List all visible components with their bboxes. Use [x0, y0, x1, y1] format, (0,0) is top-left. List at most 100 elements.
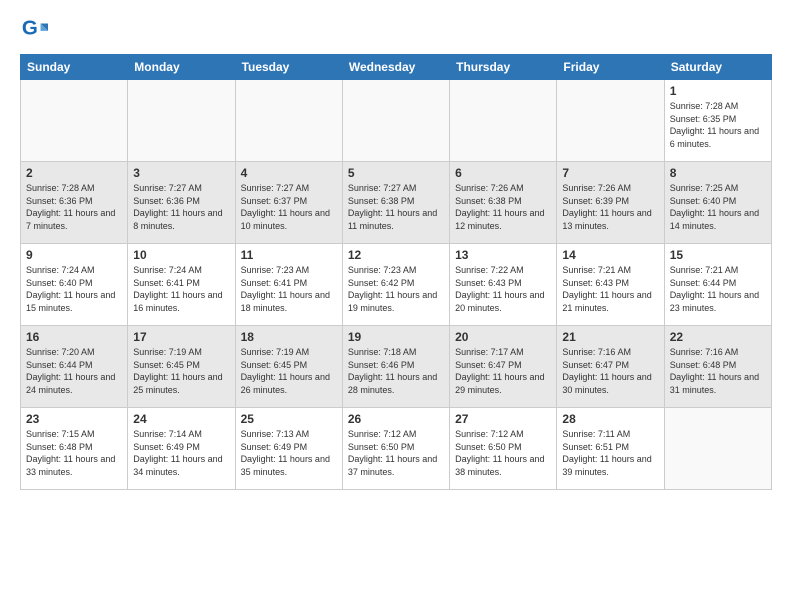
calendar-cell: 24 Sunrise: 7:14 AM Sunset: 6:49 PM Dayli… [128, 408, 235, 490]
calendar-cell: 3 Sunrise: 7:27 AM Sunset: 6:36 PM Daylig… [128, 162, 235, 244]
day-info: Sunrise: 7:18 AM Sunset: 6:46 PM Dayligh… [348, 346, 444, 396]
calendar-cell: 6Sunrise: 7:26 AM Sunset: 6:38 PM Daylig… [450, 162, 557, 244]
week-row-3: 9 Sunrise: 7:24 AM Sunset: 6:40 PM Daylig… [21, 244, 772, 326]
day-info: Sunrise: 7:19 AM Sunset: 6:45 PM Dayligh… [241, 346, 337, 396]
calendar-cell: 15 Sunrise: 7:21 AM Sunset: 6:44 PM Dayli… [664, 244, 771, 326]
day-info: Sunrise: 7:12 AM Sunset: 6:50 PM Dayligh… [455, 428, 551, 478]
week-row-5: 23 Sunrise: 7:15 AM Sunset: 6:48 PM Dayli… [21, 408, 772, 490]
weekday-header-thursday: Thursday [450, 55, 557, 80]
calendar-table: SundayMondayTuesdayWednesdayThursdayFrid… [20, 54, 772, 490]
day-info: Sunrise: 7:23 AM Sunset: 6:41 PM Dayligh… [241, 264, 337, 314]
day-number: 9 [26, 248, 122, 262]
day-number: 18 [241, 330, 337, 344]
day-info: Sunrise: 7:16 AM Sunset: 6:47 PM Dayligh… [562, 346, 658, 396]
day-number: 14 [562, 248, 658, 262]
day-info: Sunrise: 7:16 AM Sunset: 6:48 PM Dayligh… [670, 346, 766, 396]
day-number: 12 [348, 248, 444, 262]
day-number: 1 [670, 84, 766, 98]
calendar-cell: 2Sunrise: 7:28 AM Sunset: 6:36 PM Daylig… [21, 162, 128, 244]
day-number: 23 [26, 412, 122, 426]
calendar-cell: 27 Sunrise: 7:12 AM Sunset: 6:50 PM Dayli… [450, 408, 557, 490]
calendar-cell: 20 Sunrise: 7:17 AM Sunset: 6:47 PM Dayli… [450, 326, 557, 408]
calendar-cell [235, 80, 342, 162]
day-info: Sunrise: 7:20 AM Sunset: 6:44 PM Dayligh… [26, 346, 122, 396]
day-info: Sunrise: 7:25 AM Sunset: 6:40 PM Dayligh… [670, 182, 766, 232]
calendar-cell: 23 Sunrise: 7:15 AM Sunset: 6:48 PM Dayli… [21, 408, 128, 490]
week-row-1: 1 Sunrise: 7:28 AM Sunset: 6:35 PM Daylig… [21, 80, 772, 162]
calendar-cell: 11 Sunrise: 7:23 AM Sunset: 6:41 PM Dayli… [235, 244, 342, 326]
day-info: Sunrise: 7:21 AM Sunset: 6:43 PM Dayligh… [562, 264, 658, 314]
week-row-4: 16 Sunrise: 7:20 AM Sunset: 6:44 PM Dayli… [21, 326, 772, 408]
weekday-header-sunday: Sunday [21, 55, 128, 80]
calendar-cell: 17 Sunrise: 7:19 AM Sunset: 6:45 PM Dayli… [128, 326, 235, 408]
day-number: 3 [133, 166, 229, 180]
day-info: Sunrise: 7:27 AM Sunset: 6:37 PM Dayligh… [241, 182, 337, 232]
calendar-cell [128, 80, 235, 162]
calendar-cell: 10 Sunrise: 7:24 AM Sunset: 6:41 PM Dayli… [128, 244, 235, 326]
day-number: 24 [133, 412, 229, 426]
calendar-cell: 28 Sunrise: 7:11 AM Sunset: 6:51 PM Dayli… [557, 408, 664, 490]
calendar-cell: 21 Sunrise: 7:16 AM Sunset: 6:47 PM Dayli… [557, 326, 664, 408]
calendar-cell: 16 Sunrise: 7:20 AM Sunset: 6:44 PM Dayli… [21, 326, 128, 408]
day-number: 20 [455, 330, 551, 344]
calendar-cell: 4 Sunrise: 7:27 AM Sunset: 6:37 PM Daylig… [235, 162, 342, 244]
day-number: 8 [670, 166, 766, 180]
day-number: 4 [241, 166, 337, 180]
weekday-header-monday: Monday [128, 55, 235, 80]
day-number: 19 [348, 330, 444, 344]
calendar-cell: 18 Sunrise: 7:19 AM Sunset: 6:45 PM Dayli… [235, 326, 342, 408]
day-number: 17 [133, 330, 229, 344]
weekday-header-friday: Friday [557, 55, 664, 80]
week-row-2: 2Sunrise: 7:28 AM Sunset: 6:36 PM Daylig… [21, 162, 772, 244]
day-info: Sunrise: 7:22 AM Sunset: 6:43 PM Dayligh… [455, 264, 551, 314]
calendar-cell: 8 Sunrise: 7:25 AM Sunset: 6:40 PM Daylig… [664, 162, 771, 244]
day-number: 25 [241, 412, 337, 426]
day-info: Sunrise: 7:13 AM Sunset: 6:49 PM Dayligh… [241, 428, 337, 478]
day-number: 10 [133, 248, 229, 262]
day-number: 28 [562, 412, 658, 426]
day-number: 16 [26, 330, 122, 344]
day-number: 5 [348, 166, 444, 180]
day-info: Sunrise: 7:23 AM Sunset: 6:42 PM Dayligh… [348, 264, 444, 314]
day-info: Sunrise: 7:21 AM Sunset: 6:44 PM Dayligh… [670, 264, 766, 314]
calendar-cell: 13Sunrise: 7:22 AM Sunset: 6:43 PM Dayli… [450, 244, 557, 326]
calendar-cell: 9 Sunrise: 7:24 AM Sunset: 6:40 PM Daylig… [21, 244, 128, 326]
calendar-cell [342, 80, 449, 162]
weekday-header-row: SundayMondayTuesdayWednesdayThursdayFrid… [21, 55, 772, 80]
calendar-cell [664, 408, 771, 490]
svg-text:G: G [22, 17, 38, 40]
day-info: Sunrise: 7:19 AM Sunset: 6:45 PM Dayligh… [133, 346, 229, 396]
day-info: Sunrise: 7:27 AM Sunset: 6:38 PM Dayligh… [348, 182, 444, 232]
calendar-cell [450, 80, 557, 162]
logo-icon: G [20, 16, 48, 44]
calendar-cell: 1 Sunrise: 7:28 AM Sunset: 6:35 PM Daylig… [664, 80, 771, 162]
day-info: Sunrise: 7:24 AM Sunset: 6:41 PM Dayligh… [133, 264, 229, 314]
logo: G [20, 16, 52, 44]
day-number: 15 [670, 248, 766, 262]
day-number: 21 [562, 330, 658, 344]
calendar-cell: 22 Sunrise: 7:16 AM Sunset: 6:48 PM Dayli… [664, 326, 771, 408]
day-info: Sunrise: 7:28 AM Sunset: 6:35 PM Dayligh… [670, 100, 766, 150]
calendar-cell: 5 Sunrise: 7:27 AM Sunset: 6:38 PM Daylig… [342, 162, 449, 244]
day-info: Sunrise: 7:27 AM Sunset: 6:36 PM Dayligh… [133, 182, 229, 232]
calendar-cell: 12 Sunrise: 7:23 AM Sunset: 6:42 PM Dayli… [342, 244, 449, 326]
calendar-cell: 26Sunrise: 7:12 AM Sunset: 6:50 PM Dayli… [342, 408, 449, 490]
day-info: Sunrise: 7:26 AM Sunset: 6:38 PM Dayligh… [455, 182, 551, 232]
day-number: 27 [455, 412, 551, 426]
calendar-cell [21, 80, 128, 162]
calendar-cell: 25 Sunrise: 7:13 AM Sunset: 6:49 PM Dayli… [235, 408, 342, 490]
day-info: Sunrise: 7:17 AM Sunset: 6:47 PM Dayligh… [455, 346, 551, 396]
day-number: 7 [562, 166, 658, 180]
calendar-cell: 19 Sunrise: 7:18 AM Sunset: 6:46 PM Dayli… [342, 326, 449, 408]
day-info: Sunrise: 7:28 AM Sunset: 6:36 PM Dayligh… [26, 182, 122, 232]
day-info: Sunrise: 7:15 AM Sunset: 6:48 PM Dayligh… [26, 428, 122, 478]
day-number: 26 [348, 412, 444, 426]
day-info: Sunrise: 7:24 AM Sunset: 6:40 PM Dayligh… [26, 264, 122, 314]
weekday-header-tuesday: Tuesday [235, 55, 342, 80]
day-info: Sunrise: 7:14 AM Sunset: 6:49 PM Dayligh… [133, 428, 229, 478]
day-number: 22 [670, 330, 766, 344]
day-number: 11 [241, 248, 337, 262]
calendar-cell: 14 Sunrise: 7:21 AM Sunset: 6:43 PM Dayli… [557, 244, 664, 326]
header: G [20, 16, 772, 44]
day-info: Sunrise: 7:11 AM Sunset: 6:51 PM Dayligh… [562, 428, 658, 478]
